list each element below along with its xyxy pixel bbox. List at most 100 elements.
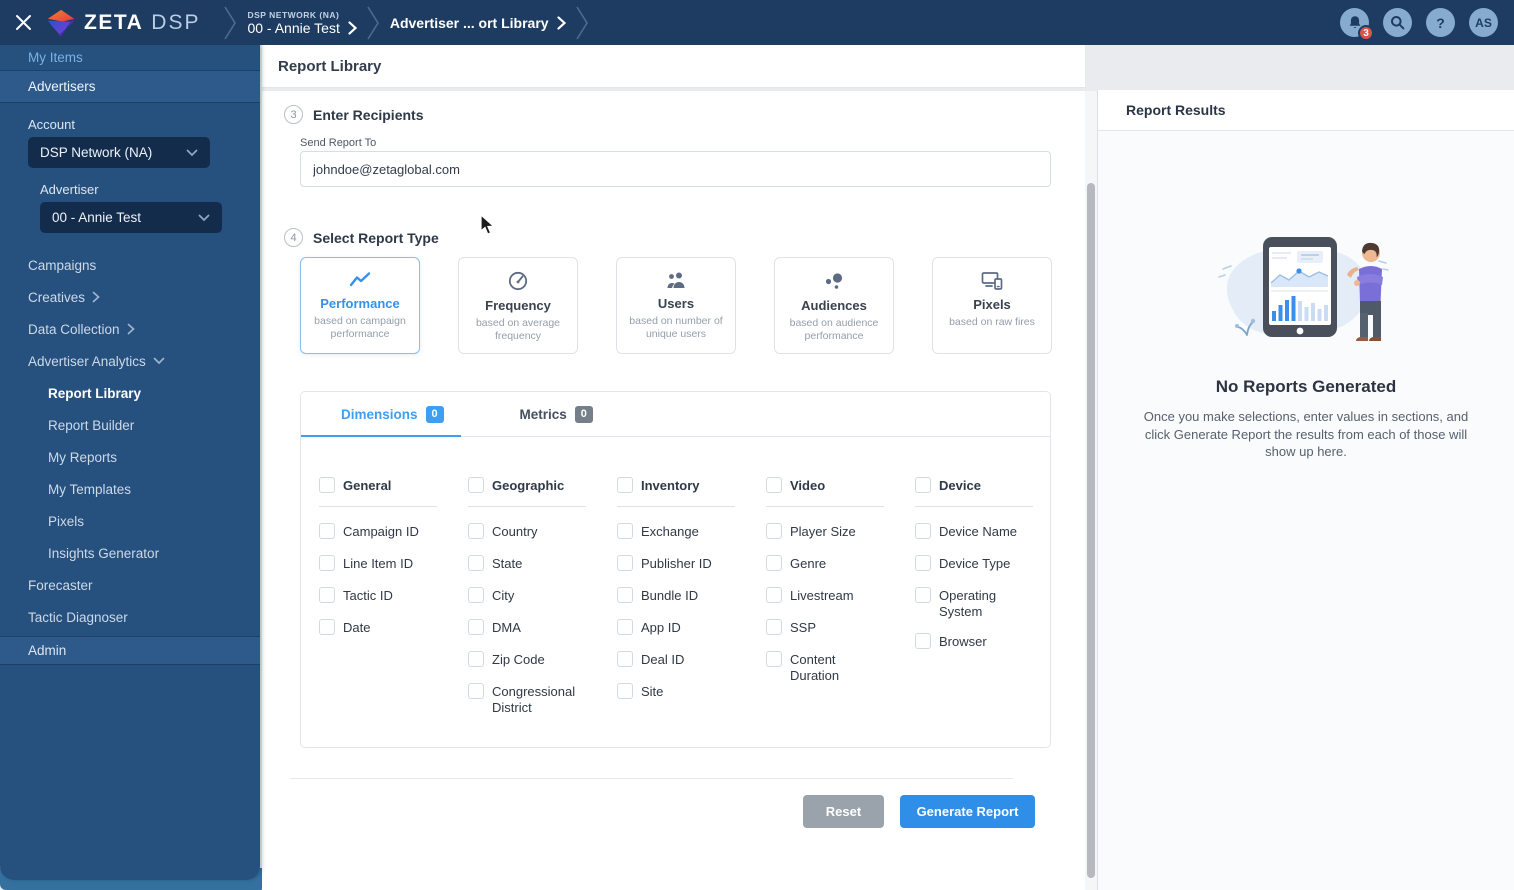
report-type-cards: Performance based on campaign performanc… <box>300 257 1052 354</box>
search-button[interactable] <box>1383 8 1412 37</box>
dimension-checkbox-item[interactable]: Device Type <box>915 555 1033 575</box>
notifications-button[interactable]: 3 <box>1340 8 1374 41</box>
checkbox[interactable] <box>915 523 931 539</box>
sidebar-item-report-builder[interactable]: Report Builder <box>0 409 260 441</box>
breadcrumb-page[interactable]: Advertiser ... ort Library <box>390 15 566 31</box>
group-checkbox-general[interactable]: General <box>319 477 437 507</box>
dimension-checkbox-item[interactable]: Tactic ID <box>319 587 437 607</box>
sidebar-item-insights-generator[interactable]: Insights Generator <box>0 537 260 569</box>
dimension-checkbox-item[interactable]: Line Item ID <box>319 555 437 575</box>
chevron-right-icon[interactable] <box>556 15 566 30</box>
dimension-checkbox-item[interactable]: City <box>468 587 586 607</box>
checkbox[interactable] <box>915 555 931 571</box>
dimension-checkbox-item[interactable]: SSP <box>766 619 884 639</box>
dimension-checkbox-item[interactable]: Content Duration <box>766 651 884 685</box>
breadcrumb-network[interactable]: DSP NETWORK (NA) 00 - Annie Test <box>247 10 357 36</box>
dimension-checkbox-item[interactable]: Country <box>468 523 586 543</box>
dimension-checkbox-item[interactable]: State <box>468 555 586 575</box>
checkbox[interactable] <box>617 587 633 603</box>
generate-report-button[interactable]: Generate Report <box>900 795 1035 828</box>
checkbox[interactable] <box>766 587 782 603</box>
user-avatar[interactable]: AS <box>1469 8 1498 37</box>
dimension-checkbox-item[interactable]: Site <box>617 683 735 703</box>
dimension-checkbox-item[interactable]: Congressional District <box>468 683 586 717</box>
checkbox[interactable] <box>915 587 931 603</box>
checkbox[interactable] <box>617 683 633 699</box>
send-report-to-input[interactable] <box>300 151 1051 187</box>
report-type-pixels[interactable]: Pixels based on raw fires <box>932 257 1052 354</box>
checkbox[interactable] <box>468 651 484 667</box>
account-select[interactable]: DSP Network (NA) <box>28 137 210 168</box>
checkbox[interactable] <box>319 477 335 493</box>
close-icon[interactable] <box>0 0 46 45</box>
sidebar-item-forecaster[interactable]: Forecaster <box>0 569 260 601</box>
checkbox[interactable] <box>468 555 484 571</box>
dimension-checkbox-item[interactable]: Device Name <box>915 523 1033 543</box>
checkbox[interactable] <box>468 477 484 493</box>
tab-metrics[interactable]: Metrics 0 <box>520 405 593 423</box>
group-checkbox-geographic[interactable]: Geographic <box>468 477 586 507</box>
checkbox[interactable] <box>468 587 484 603</box>
tab-dimensions[interactable]: Dimensions 0 <box>341 405 444 423</box>
sidebar-item-creatives[interactable]: Creatives <box>0 281 260 313</box>
chevron-right-icon[interactable] <box>348 20 357 35</box>
checkbox[interactable] <box>319 523 335 539</box>
help-button[interactable]: ? <box>1426 8 1455 37</box>
checkbox[interactable] <box>766 523 782 539</box>
dimension-checkbox-item[interactable]: Operating System <box>915 587 1033 621</box>
dimension-checkbox-item[interactable]: Bundle ID <box>617 587 735 607</box>
sidebar-section-advertisers[interactable]: Advertisers <box>0 71 260 103</box>
group-checkbox-device[interactable]: Device <box>915 477 1033 507</box>
main-scrollbar-thumb[interactable] <box>1087 183 1095 878</box>
report-type-audiences[interactable]: Audiences based on audience performance <box>774 257 894 354</box>
dimension-checkbox-item[interactable]: Exchange <box>617 523 735 543</box>
checkbox[interactable] <box>468 683 484 699</box>
dimension-checkbox-item[interactable]: DMA <box>468 619 586 639</box>
sidebar-item-campaigns[interactable]: Campaigns <box>0 249 260 281</box>
checkbox[interactable] <box>766 651 782 667</box>
report-type-frequency[interactable]: Frequency based on average frequency <box>458 257 578 354</box>
dimension-checkbox-item[interactable]: Publisher ID <box>617 555 735 575</box>
sidebar-item-my-templates[interactable]: My Templates <box>0 473 260 505</box>
checkbox[interactable] <box>319 555 335 571</box>
report-type-users[interactable]: Users based on number of unique users <box>616 257 736 354</box>
dimension-checkbox-item[interactable]: Browser <box>915 632 1033 653</box>
checkbox[interactable] <box>617 619 633 635</box>
checkbox[interactable] <box>617 523 633 539</box>
account-value: DSP Network (NA) <box>40 145 153 160</box>
sidebar-section-admin[interactable]: Admin <box>0 636 260 665</box>
group-checkbox-video[interactable]: Video <box>766 477 884 507</box>
checkbox[interactable] <box>468 619 484 635</box>
checkbox[interactable] <box>915 477 931 493</box>
checkbox[interactable] <box>617 651 633 667</box>
sidebar-item-pixels[interactable]: Pixels <box>0 505 260 537</box>
dimension-checkbox-item[interactable]: Genre <box>766 555 884 575</box>
sidebar-item-my-reports[interactable]: My Reports <box>0 441 260 473</box>
sidebar-item-tactic-diagnoser[interactable]: Tactic Diagnoser <box>0 601 260 633</box>
dimension-checkbox-item[interactable]: Date <box>319 619 437 639</box>
checkbox[interactable] <box>766 477 782 493</box>
sidebar-item-my-items[interactable]: My Items <box>0 45 260 71</box>
brand-logo[interactable]: ZETA DSP <box>46 8 200 38</box>
dimension-checkbox-item[interactable]: Deal ID <box>617 651 735 671</box>
dimension-checkbox-item[interactable]: Player Size <box>766 523 884 543</box>
dimension-checkbox-item[interactable]: Campaign ID <box>319 523 437 543</box>
report-type-performance[interactable]: Performance based on campaign performanc… <box>300 257 420 354</box>
dimension-checkbox-item[interactable]: Livestream <box>766 587 884 607</box>
sidebar-item-report-library[interactable]: Report Library <box>0 377 260 409</box>
reset-button[interactable]: Reset <box>803 795 884 828</box>
checkbox[interactable] <box>319 619 335 635</box>
checkbox[interactable] <box>468 523 484 539</box>
sidebar-item-advertiser-analytics[interactable]: Advertiser Analytics <box>0 345 260 377</box>
checkbox[interactable] <box>766 619 782 635</box>
checkbox[interactable] <box>617 477 633 493</box>
sidebar-item-data-collection[interactable]: Data Collection <box>0 313 260 345</box>
advertiser-select[interactable]: 00 - Annie Test <box>40 202 222 233</box>
group-checkbox-inventory[interactable]: Inventory <box>617 477 735 507</box>
checkbox[interactable] <box>915 632 931 649</box>
checkbox[interactable] <box>617 555 633 571</box>
checkbox[interactable] <box>319 587 335 603</box>
dimension-checkbox-item[interactable]: Zip Code <box>468 651 586 671</box>
checkbox[interactable] <box>766 555 782 571</box>
dimension-checkbox-item[interactable]: App ID <box>617 619 735 639</box>
